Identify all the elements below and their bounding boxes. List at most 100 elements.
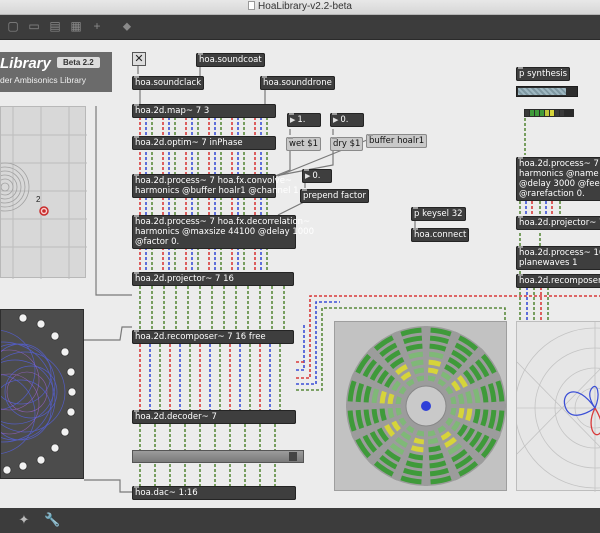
meter-segment [472, 408, 481, 424]
meter-segment [428, 359, 442, 367]
meter-segment [387, 393, 395, 405]
library-header: Library Beta 2.2 der Ambisonics Library [0, 52, 112, 92]
paint-icon[interactable]: ⬥ [120, 19, 134, 33]
meter-segment [429, 343, 447, 352]
meter-segment [429, 460, 447, 469]
meter-segment [465, 390, 473, 404]
map-grid [0, 107, 87, 279]
window-title: HoaLibrary-v2.2-beta [258, 1, 352, 12]
soundclack-object[interactable]: hoa.soundclack [132, 76, 205, 90]
meter-segment [480, 409, 489, 427]
meter-segment [427, 375, 436, 382]
prepend-factor-object[interactable]: prepend factor [300, 189, 369, 203]
lock-icon[interactable]: ▢ [6, 19, 20, 33]
buffer-message[interactable]: buffer hoalr1 [366, 134, 428, 148]
meter-segment [408, 452, 424, 461]
factor-number-box[interactable]: ▶ 0. [302, 169, 332, 183]
number-arrow-icon: ▶ [305, 172, 311, 180]
meter-segment [379, 390, 387, 404]
meter-segment [410, 359, 424, 367]
process-decorrelation-object[interactable]: hoa.2d.process~ 7 hoa.fx.decorrelation~ … [132, 215, 314, 249]
meter-segment [427, 430, 436, 437]
projector-left-object[interactable]: hoa.2d.projector~ 7 16 [132, 272, 294, 286]
patcher-toolbar: ▢ ▭ ▤ ▦ + ⬥ [0, 15, 600, 40]
document-icon [248, 1, 256, 10]
wet-number-box[interactable]: ▶ 1. [287, 113, 321, 127]
meter-segment [427, 367, 439, 375]
dry-number-box[interactable]: ▶ 0. [330, 113, 364, 127]
gain-slider[interactable] [132, 450, 304, 463]
meter-segment [363, 385, 372, 403]
library-title: Library [0, 55, 51, 72]
toggle-button[interactable]: ✕ [132, 52, 146, 66]
meter-segment [379, 408, 387, 422]
hoa-map-display[interactable]: 2 [0, 106, 87, 279]
patch-cords [84, 66, 600, 493]
meter-segment [472, 388, 481, 404]
meter-segment [363, 409, 372, 427]
meter-segment [408, 351, 424, 360]
process-planewaves-object[interactable]: hoa.2d.process~ 16 h planewaves 1 [516, 246, 600, 270]
title-bar: HoaLibrary-v2.2-beta [0, 0, 600, 15]
hoa-meter-display [334, 321, 507, 491]
meter-segment [371, 388, 380, 404]
library-subtitle: der Ambisonics Library [0, 75, 86, 85]
wet-message[interactable]: wet $1 [286, 137, 322, 151]
dry-message[interactable]: dry $1 [330, 137, 364, 151]
soundcoat-object[interactable]: hoa.soundcoat [196, 53, 265, 67]
hoa-connect-object[interactable]: hoa.connect [411, 228, 470, 242]
meter-segment [405, 460, 423, 469]
window-title-wrap: HoaLibrary-v2.2-beta [0, 1, 600, 12]
new-object-icon[interactable]: ▭ [27, 19, 41, 33]
meter-segment [428, 351, 444, 360]
synthesis-slider[interactable] [516, 86, 578, 97]
meter-segment [410, 445, 424, 453]
synthesis-object[interactable]: p synthesis [516, 67, 571, 81]
dry-value: 0. [340, 115, 349, 125]
presentation-icon[interactable]: ▤ [48, 19, 62, 33]
meter-segment [413, 437, 425, 445]
decoder-object[interactable]: hoa.2d.decoder~ 7 [132, 410, 296, 424]
meter-wheel [346, 326, 506, 486]
dac-object[interactable]: hoa.dac~ 1:16 [132, 486, 296, 500]
factor-value: 0. [312, 171, 321, 181]
meter-segment [480, 385, 489, 403]
bottom-toolbar: ✦ 🔧 [0, 508, 600, 533]
meter-segment [395, 407, 402, 416]
recomposer-left-object[interactable]: hoa.2d.recomposer~ 7 16 free [132, 330, 294, 344]
meter-segment [416, 430, 425, 437]
process-convolve-object[interactable]: hoa.2d.process~ 7 hoa.fx.convolve~ harmo… [132, 174, 299, 198]
debug-icon[interactable]: ✦ [16, 512, 32, 528]
process-right-object[interactable]: hoa.2d.process~ 7 hoa harmonics @name gr… [516, 157, 600, 201]
hoa-scope-display [514, 321, 600, 492]
meter-segment [428, 452, 444, 461]
level-meter [524, 109, 574, 117]
meter-segment [371, 408, 380, 424]
number-arrow-icon: ▶ [290, 116, 296, 124]
map-object[interactable]: hoa.2d.map~ 7 3 [132, 104, 276, 118]
meter-segment [395, 396, 402, 405]
grid-icon[interactable]: ▦ [69, 19, 83, 33]
scope-graphic [514, 322, 600, 492]
recomposer-right-object[interactable]: hoa.2d.recomposer~ 7 [516, 274, 600, 288]
add-icon[interactable]: + [90, 19, 104, 33]
meter-segment [450, 407, 457, 416]
wrench-icon[interactable]: 🔧 [44, 512, 60, 528]
meter-segment [428, 445, 442, 453]
sounddrone-object[interactable]: hoa.sounddrone [260, 76, 335, 90]
gain-slider-knob[interactable] [289, 452, 297, 461]
patcher-canvas[interactable]: Library Beta 2.2 der Ambisonics Library … [0, 40, 600, 508]
slider-fill [518, 88, 566, 95]
number-arrow-icon: ▶ [333, 116, 339, 124]
meter-segment [465, 408, 473, 422]
beta-badge: Beta 2.2 [57, 57, 100, 68]
wet-value: 1. [297, 115, 306, 125]
rosette-graphic [0, 313, 77, 475]
keysel-object[interactable]: p keysel 32 [411, 207, 466, 221]
meter-segment [427, 437, 439, 445]
projector-right-object[interactable]: hoa.2d.projector~ 7 16 [516, 216, 600, 230]
meter-rosette-display [0, 309, 84, 479]
optim-object[interactable]: hoa.2d.optim~ 7 inPhase [132, 136, 276, 150]
meter-segment [457, 407, 465, 419]
meter-segment [416, 375, 425, 382]
